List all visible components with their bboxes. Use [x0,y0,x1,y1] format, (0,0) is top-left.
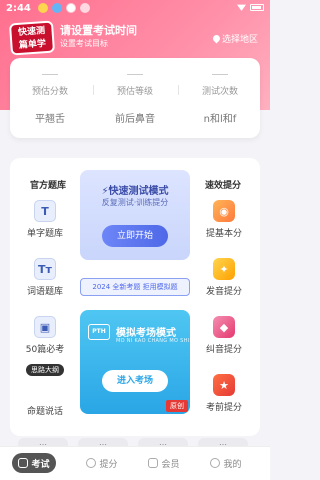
side-item-label: 提基本分 [205,229,242,239]
side-item-label: 词语题库 [26,287,63,297]
eye-icon: ◉ [213,200,235,222]
single-char-bank-button[interactable]: T 单字题库 [25,200,65,239]
side-item-label: 单字题库 [26,229,63,239]
nav-profile[interactable]: 我的 [204,453,248,473]
text-t-icon: T [34,200,56,222]
quick-test-card[interactable]: ⚡快速测试模式 反复测试·训练提分 立即开始 [80,170,190,260]
chat-icon [210,458,221,468]
pronunciation-boost-button[interactable]: ✦ 发音提分 [204,258,244,297]
crown-icon [148,458,159,468]
nav-label: 提分 [99,459,118,470]
app-logo: 快速测 篇单学 [8,20,56,56]
enter-exam-button[interactable]: 进入考场 [102,370,168,392]
side-item-label: 50篇必考 [25,345,65,355]
status-bar: 2:44 [0,0,270,18]
exam-icon [18,458,29,468]
tag-item[interactable]: 平翘舌 [10,110,90,125]
lightbulb-icon: ✦ [213,258,235,280]
status-right [237,3,264,11]
side-item-label: 考前提分 [205,403,242,413]
start-now-button[interactable]: 立即开始 [102,225,168,247]
stat-value-placeholder [212,74,228,75]
region-label: 选择地区 [221,35,258,45]
divider [93,85,94,95]
quick-test-subtitle: 反复测试·训练提分 [101,198,169,207]
mock-exam-pinyin: MO NI KAO CHANG MO SHI [116,338,190,344]
original-badge: 原创 [166,400,188,412]
correction-boost-button[interactable]: ◆ 纠音提分 [204,316,244,355]
nav-boost[interactable]: 提分 [80,453,124,473]
notification-icon [80,3,90,13]
notification-icon [66,3,76,13]
logo-line: 篇单学 [18,39,47,51]
fifty-passages-button[interactable]: ▣ 50篇必考 [25,316,65,355]
quick-boost-title: 速效提分 [205,181,242,191]
pre-exam-boost-button[interactable]: ★ 考前提分 [204,374,244,413]
select-region-button[interactable]: 选择地区 [211,32,258,45]
mock-exam-card[interactable]: PTH 模拟考场模式 MO NI KAO CHANG MO SHI 进入考场 原… [80,310,190,414]
book-icon: ▣ [34,316,56,338]
nav-label: 考试 [31,459,50,470]
eraser-icon: ◆ [213,316,235,338]
outline-tooltip: 思路大纲 [26,364,64,376]
divider [178,85,179,95]
pth-logo: PTH [88,324,110,340]
tag-item[interactable]: n和l和f [180,110,260,125]
mock-exam-title: 模拟考场模式 [116,328,176,339]
topic-speaking-button[interactable]: ▤ 命题说话 [25,378,65,417]
side-item-label: 发音提分 [205,287,242,297]
stat-estimated-level: 预估等级 [116,87,153,97]
basic-score-button[interactable]: ◉ 提基本分 [204,200,244,239]
exam-time-title[interactable]: 请设置考试时间 [60,22,137,38]
word-bank-button[interactable]: Tт 词语题库 [25,258,65,297]
status-app-icons [38,3,90,13]
new-questions-banner[interactable]: 2024 全新考题 拒用模拟题 [80,278,190,296]
notification-icon [38,3,48,13]
nav-exam[interactable]: 考试 [12,453,56,473]
medal-icon: ★ [213,374,235,396]
status-time: 2:44 [6,3,31,14]
play-icon [86,458,97,468]
battery-icon [250,3,264,11]
side-item-label: 命题说话 [26,407,63,417]
official-bank-title: 官方题库 [30,181,67,191]
bottom-nav: 考试 提分 会员 我的 [0,446,270,480]
stat-estimated-score: 预估分数 [31,87,68,97]
stat-test-count: 测试次数 [201,87,238,97]
nav-label: 会员 [161,459,180,470]
lightning-icon: ⚡ [101,186,109,197]
side-item-label: 纠音提分 [205,345,242,355]
nav-vip[interactable]: 会员 [142,453,186,473]
exam-goal-subtitle[interactable]: 设置考试目标 [60,38,108,49]
stat-value-placeholder [127,74,143,75]
text-size-icon: Tт [34,258,56,280]
tag-item[interactable]: 前后鼻音 [95,110,175,125]
quick-test-title-text: 快速测试模式 [108,186,169,197]
notification-icon [52,3,62,13]
stat-value-placeholder [42,74,58,75]
quick-test-title: ⚡快速测试模式 [80,182,190,197]
nav-label: 我的 [223,459,242,470]
location-pin-icon [211,33,222,44]
wifi-icon [237,4,246,11]
stats-card: 预估分数 预估等级 测试次数 平翘舌 前后鼻音 n和l和f [10,58,260,138]
